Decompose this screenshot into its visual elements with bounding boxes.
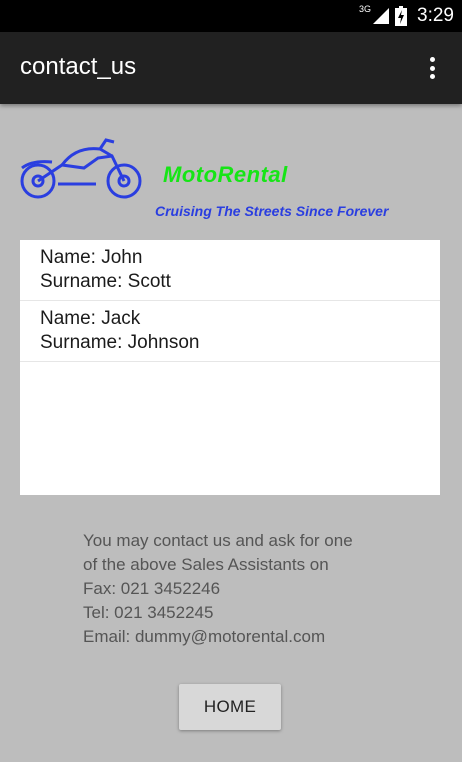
app-title: contact_us (20, 53, 137, 80)
contact-intro-line2: of the above Sales Assistants on (83, 555, 329, 574)
contact-intro-line1: You may contact us and ask for one (83, 531, 353, 550)
assistant-surname: Surname: Scott (40, 271, 171, 292)
list-item[interactable]: Name: John Surname: Scott (20, 240, 440, 301)
contact-info: You may contact us and ask for one of th… (83, 529, 403, 649)
list-item[interactable]: Name: Jack Surname: Johnson (20, 301, 440, 362)
contact-email: Email: dummy@motorental.com (83, 627, 326, 646)
brand-name: MotoRental (163, 162, 288, 187)
home-button[interactable]: HOME (179, 684, 281, 730)
overflow-menu-icon[interactable] (420, 54, 444, 82)
brand-slogan: Cruising The Streets Since Forever (155, 203, 389, 219)
network-type-label: 3G (359, 4, 372, 14)
motorental-logo: MotoRental Cruising The Streets Since Fo… (18, 135, 443, 230)
assistant-surname: Surname: Johnson (40, 332, 200, 353)
signal-icon (373, 8, 390, 24)
sales-assistants-list: Name: John Surname: Scott Name: Jack Sur… (20, 240, 440, 495)
battery-icon (395, 6, 408, 26)
status-bar: 3G 3:29 (0, 0, 462, 32)
assistant-name: Name: John (40, 247, 143, 268)
status-icons: 3G 3:29 (359, 0, 454, 32)
app-bar: contact_us (0, 32, 462, 104)
contact-tel: Tel: 021 3452245 (83, 603, 214, 622)
assistant-name: Name: Jack (40, 308, 141, 329)
status-time: 3:29 (417, 5, 454, 26)
motorcycle-icon (20, 138, 142, 199)
contact-fax: Fax: 021 3452246 (83, 579, 221, 598)
